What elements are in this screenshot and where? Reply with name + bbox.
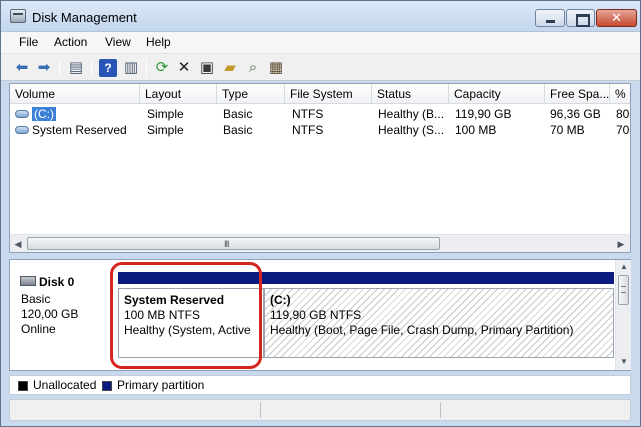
volume-name: (C:)	[32, 107, 56, 121]
percent-free-cell: 70	[616, 123, 630, 137]
column-header-volume[interactable]: Volume	[10, 84, 140, 104]
status-cell: Healthy (B...	[378, 107, 445, 121]
forward-arrow-icon[interactable]: ➡	[35, 59, 53, 77]
disk-graphical-view: Disk 0 Basic 120,00 GB Online System Res…	[9, 259, 631, 371]
maximize-icon	[567, 10, 594, 27]
open-folder-icon[interactable]: ▰	[221, 59, 239, 77]
status-divider	[440, 402, 441, 418]
minimize-icon	[536, 10, 564, 26]
scrollbar-thumb[interactable]: III	[27, 237, 440, 250]
drive-icon	[15, 126, 29, 134]
menu-file[interactable]: File	[19, 35, 38, 49]
column-header-layout[interactable]: Layout	[140, 84, 217, 104]
menu-action[interactable]: Action	[54, 35, 87, 49]
window-title: Disk Management	[32, 10, 137, 25]
disk-state: Online	[21, 322, 56, 336]
disk-type: Basic	[21, 292, 51, 306]
capacity-cell: 119,90 GB	[455, 107, 512, 121]
help-icon[interactable]: ?	[99, 59, 117, 77]
file-system-cell: NTFS	[292, 123, 324, 137]
column-header-file-system[interactable]: File System	[285, 84, 372, 104]
close-icon: ✕	[611, 10, 622, 25]
scroll-right-icon[interactable]: ▶	[613, 236, 629, 252]
delete-icon[interactable]: ✕	[175, 59, 193, 77]
legend-swatch-primary	[102, 381, 112, 391]
scroll-left-icon[interactable]: ◀	[10, 236, 26, 252]
partition-system-reserved[interactable]: System Reserved 100 MB NTFS Healthy (Sys…	[118, 272, 264, 362]
volume-list[interactable]: Volume Layout Type File System Status Ca…	[9, 83, 631, 253]
disk-management-icon	[10, 9, 26, 23]
free-space-cell: 70 MB	[550, 123, 585, 137]
scroll-down-icon[interactable]: ▼	[616, 355, 632, 369]
refresh-icon[interactable]: ⟳	[153, 59, 171, 77]
free-space-cell: 96,36 GB	[550, 107, 601, 121]
partition-details: (C:) 119,90 GB NTFS Healthy (Boot, Page …	[264, 288, 614, 358]
scrollbar-grip	[621, 286, 626, 293]
drive-icon	[15, 110, 29, 118]
layout-cell: Simple	[147, 107, 184, 121]
partition-status: Healthy (Boot, Page File, Crash Dump, Pr…	[270, 323, 574, 337]
legend: Unallocated Primary partition	[9, 375, 631, 395]
column-header-type[interactable]: Type	[217, 84, 285, 104]
title-bar[interactable]: Disk Management ✕	[1, 1, 640, 31]
partition-type-bar	[264, 272, 614, 284]
menu-view[interactable]: View	[105, 35, 131, 49]
disk-info-panel[interactable]: Disk 0 Basic 120,00 GB Online	[14, 264, 114, 364]
legend-unallocated: Unallocated	[33, 378, 97, 392]
table-row[interactable]: System Reserved Simple Basic NTFS Health…	[10, 122, 630, 138]
partition-details: System Reserved 100 MB NTFS Healthy (Sys…	[118, 288, 264, 358]
maximize-button[interactable]	[566, 9, 595, 27]
toolbar: ⬅ ➡ ▤ ? ▥ ⟳ ✕ ▣ ▰ ⌕ ▦	[1, 53, 640, 81]
column-header-status[interactable]: Status	[372, 84, 449, 104]
legend-swatch-unallocated	[18, 381, 28, 391]
partition-name: System Reserved	[124, 293, 225, 307]
toolbar-separator	[91, 59, 92, 77]
console-tree-icon[interactable]: ▤	[67, 59, 85, 77]
close-button[interactable]: ✕	[596, 9, 637, 27]
properties-icon[interactable]: ▣	[198, 59, 216, 77]
vertical-scrollbar[interactable]: ▲ ▼	[615, 260, 631, 370]
partition-type-bar	[118, 272, 264, 284]
toolbar-separator	[146, 59, 147, 77]
column-header-capacity[interactable]: Capacity	[449, 84, 545, 104]
layout-cell: Simple	[147, 123, 184, 137]
back-arrow-icon[interactable]: ⬅	[13, 59, 31, 77]
status-cell: Healthy (S...	[378, 123, 445, 137]
search-icon[interactable]: ⌕	[244, 59, 262, 77]
settings-icon[interactable]: ▦	[267, 59, 285, 77]
file-system-cell: NTFS	[292, 107, 324, 121]
minimize-button[interactable]	[535, 9, 565, 27]
capacity-cell: 100 MB	[455, 123, 497, 137]
partition-status: Healthy (System, Active	[124, 323, 251, 337]
menu-help[interactable]: Help	[146, 35, 171, 49]
scroll-up-icon[interactable]: ▲	[616, 260, 632, 274]
table-row[interactable]: (C:) Simple Basic NTFS Healthy (B... 119…	[10, 106, 630, 122]
percent-free-cell: 80	[616, 107, 630, 121]
column-header-percent-free[interactable]: %	[610, 84, 630, 104]
menu-bar: File Action View Help	[1, 31, 640, 53]
horizontal-scrollbar[interactable]: ◀ III ▶	[10, 234, 630, 252]
partition-size-fs: 100 MB NTFS	[124, 308, 201, 322]
scrollbar-grip: III	[224, 239, 229, 249]
volume-list-header: Volume Layout Type File System Status Ca…	[10, 84, 630, 104]
disk-management-window: Disk Management ✕ File Action View Help …	[0, 0, 641, 427]
status-divider	[260, 402, 261, 418]
legend-primary: Primary partition	[117, 378, 205, 392]
status-bar	[9, 399, 631, 421]
volume-name: System Reserved	[32, 123, 127, 137]
disk-name: Disk 0	[39, 275, 75, 289]
toolbar-separator	[59, 59, 60, 77]
partition-c[interactable]: (C:) 119,90 GB NTFS Healthy (Boot, Page …	[264, 272, 614, 362]
type-cell: Basic	[223, 123, 253, 137]
hard-disk-icon	[20, 276, 36, 286]
type-cell: Basic	[223, 107, 253, 121]
column-header-free-space[interactable]: Free Spa...	[545, 84, 610, 104]
properties-pane-icon[interactable]: ▥	[122, 59, 140, 77]
disk-size: 120,00 GB	[21, 307, 79, 321]
partition-name: (C:)	[270, 293, 291, 307]
scrollbar-thumb[interactable]	[618, 275, 629, 305]
partition-size-fs: 119,90 GB NTFS	[270, 308, 362, 322]
